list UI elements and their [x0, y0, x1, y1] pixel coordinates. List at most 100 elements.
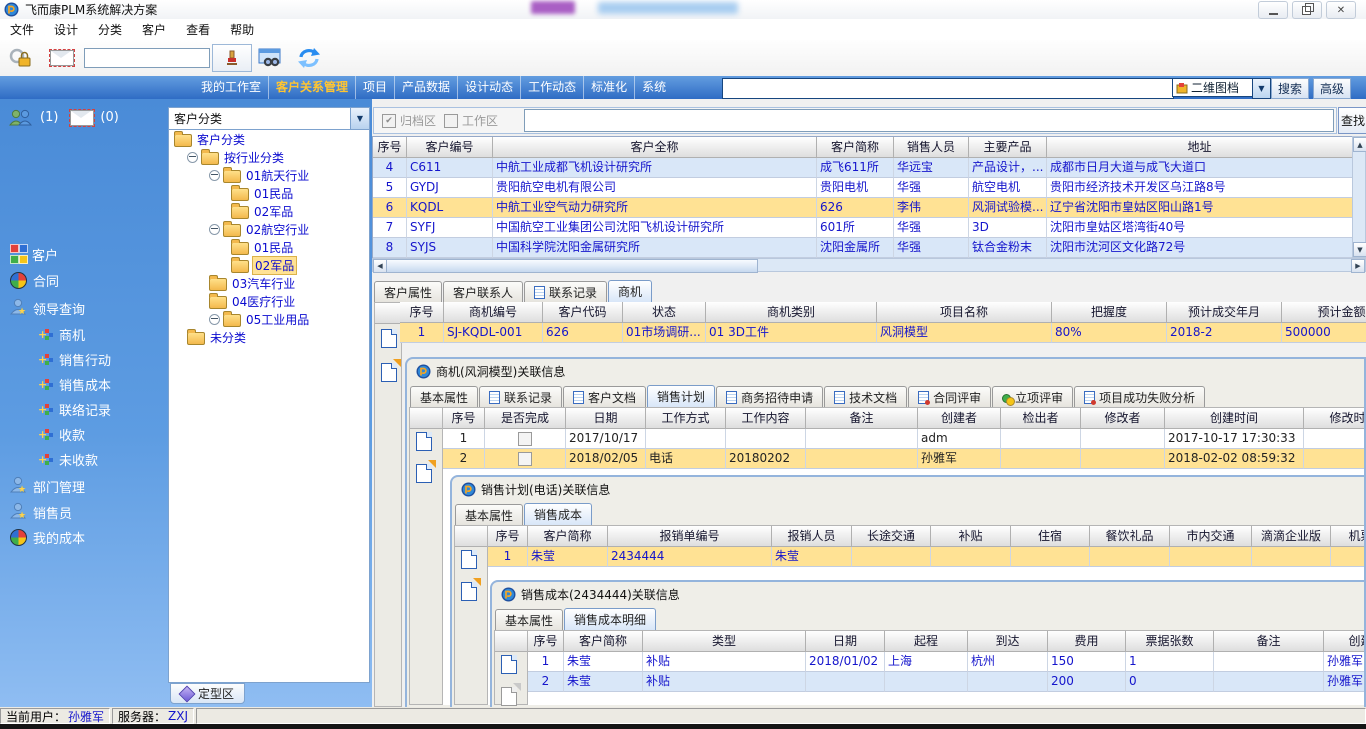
tree-node-civil-2[interactable]: 01民品	[169, 238, 369, 256]
sidebar-item-sales-cost[interactable]: + 销售成本	[38, 375, 111, 394]
customer-row[interactable]: 8SYJS中国科学院沈阳金属研究所沈阳金属所华强钛合金粉末沈阳市沈河区文化路72…	[373, 238, 1353, 258]
work-zone-checkbox[interactable]	[444, 114, 458, 128]
customer-row[interactable]: 4C611中航工业成都飞机设计研究所成飞611所华远宝产品设计，...成都市日月…	[373, 158, 1353, 178]
find-button[interactable]: 查找	[1338, 107, 1366, 134]
sales-plan-row-selected[interactable]: 2 2018/02/05电话20180202孙雅军2018-02-02 08:5…	[443, 449, 1364, 469]
column-header[interactable]: 客户代码	[543, 302, 623, 323]
tab-my-workspace[interactable]: 我的工作室	[194, 76, 269, 99]
column-header[interactable]: 商机类别	[706, 302, 877, 323]
column-header[interactable]: 费用	[1048, 631, 1126, 652]
tree-expander[interactable]	[209, 314, 220, 325]
column-header[interactable]: 补贴	[931, 526, 1011, 547]
tab-customer-docs[interactable]: 客户文档	[563, 386, 646, 407]
close-button[interactable]: ✕	[1326, 1, 1356, 19]
scroll-down-button[interactable]: ▼	[1353, 242, 1366, 257]
scroll-left-button[interactable]: ◀	[373, 259, 387, 273]
scrollbar-thumb[interactable]	[386, 259, 758, 273]
restore-button[interactable]	[1292, 1, 1322, 19]
column-header[interactable]: 客户简称	[564, 631, 643, 652]
sidebar-item-salesperson[interactable]: ★ 销售员	[10, 502, 72, 523]
tab-sales-cost-detail[interactable]: 销售成本明细	[564, 608, 656, 630]
menu-help[interactable]: 帮助	[220, 21, 264, 38]
column-header[interactable]: 预计成交年月	[1167, 302, 1282, 323]
archive-zone-checkbox[interactable]: ✔	[382, 114, 396, 128]
tab-customer-props[interactable]: 客户属性	[374, 281, 442, 302]
sales-plan-row[interactable]: 1 2017/10/17adm2017-10-17 17:30:33	[443, 429, 1364, 449]
sidebar-item-my-cost[interactable]: 我的成本	[10, 528, 85, 547]
tab-basic-props[interactable]: 基本属性	[410, 386, 478, 407]
customers-horizontal-scrollbar[interactable]: ◀ ▶	[372, 258, 1366, 272]
cost-detail-row[interactable]: 2朱莹补贴2000孙雅军	[528, 672, 1364, 692]
tab-sales-plan[interactable]: 销售计划	[647, 385, 715, 407]
tree-node-by-industry[interactable]: 按行业分类	[169, 148, 369, 166]
sidebar-item-contact-records[interactable]: + 联络记录	[38, 400, 111, 419]
tab-crm[interactable]: 客户关系管理	[269, 76, 356, 99]
column-header[interactable]: 机票	[1331, 526, 1364, 547]
column-header[interactable]: 创建时间	[1165, 408, 1304, 429]
open-record-icon[interactable]	[381, 363, 397, 382]
global-search-input[interactable]	[722, 78, 1174, 99]
sidebar-item-customers[interactable]: 客户	[10, 244, 58, 264]
expense-row-selected[interactable]: 1朱莹2434444朱莹	[488, 547, 1364, 567]
column-header[interactable]: 滴滴企业版	[1252, 526, 1331, 547]
tree-expander[interactable]	[209, 224, 220, 235]
cost-detail-row[interactable]: 1朱莹补贴2018/01/02上海杭州1501孙雅军	[528, 652, 1364, 672]
tree-node-industrial[interactable]: 05工业用品	[169, 310, 369, 328]
tab-project-approval[interactable]: 立项评审	[992, 386, 1073, 407]
scroll-up-button[interactable]: ▲	[1353, 137, 1366, 152]
menu-customer[interactable]: 客户	[132, 21, 176, 38]
tree-node-military-1[interactable]: 02军品	[169, 202, 369, 220]
column-header[interactable]: 客户简称	[817, 137, 894, 158]
column-header[interactable]: 把握度	[1052, 302, 1167, 323]
sidebar-item-department-mgmt[interactable]: ★ 部门管理	[10, 476, 85, 497]
tab-success-failure-analysis[interactable]: 项目成功失败分析	[1074, 386, 1205, 407]
column-header[interactable]: 日期	[566, 408, 646, 429]
tab-system[interactable]: 系统	[635, 76, 673, 99]
tab-business-reception[interactable]: 商务招待申请	[716, 386, 823, 407]
lock-icon[interactable]	[8, 47, 34, 69]
column-header[interactable]: 序号	[373, 137, 407, 158]
column-header[interactable]: 工作内容	[726, 408, 806, 429]
customers-vertical-scrollbar[interactable]: ▲ ▼	[1352, 136, 1366, 258]
column-header[interactable]: 报销单编号	[608, 526, 772, 547]
column-header[interactable]: 序号	[400, 302, 444, 323]
tree-node-aviation[interactable]: 02航空行业	[169, 220, 369, 238]
tab-opportunity[interactable]: 商机	[608, 280, 652, 302]
column-header[interactable]: 起程	[885, 631, 968, 652]
tab-product-data[interactable]: 产品数据	[395, 76, 458, 99]
tree-expander[interactable]	[209, 170, 220, 181]
online-users-icon[interactable]	[8, 109, 34, 126]
column-header[interactable]: 预计金额	[1282, 302, 1366, 323]
menu-category[interactable]: 分类	[88, 21, 132, 38]
column-header[interactable]: 报销人员	[772, 526, 852, 547]
find-in-window-icon[interactable]	[258, 48, 282, 68]
tab-work-activity[interactable]: 工作动态	[521, 76, 584, 99]
tab-contact-records[interactable]: 联系记录	[479, 386, 562, 407]
search-button[interactable]: 搜索	[1271, 78, 1309, 99]
tree-node-medical[interactable]: 04医疗行业	[169, 292, 369, 310]
dock-tab-finalized-zone[interactable]: 定型区	[170, 683, 245, 704]
sidebar-item-leader-query[interactable]: ★ 领导查询	[10, 298, 85, 319]
tree-combo[interactable]: 客户分类 ▼	[169, 108, 369, 130]
column-header[interactable]: 餐饮礼品	[1090, 526, 1170, 547]
column-header[interactable]: 备注	[806, 408, 918, 429]
column-header[interactable]: 到达	[968, 631, 1048, 652]
column-header[interactable]: 修改者	[1081, 408, 1165, 429]
column-header[interactable]: 工作方式	[646, 408, 726, 429]
sidebar-item-unpaid[interactable]: + 未收款	[38, 450, 98, 469]
menu-view[interactable]: 查看	[176, 21, 220, 38]
column-header[interactable]: 主要产品	[969, 137, 1047, 158]
column-header[interactable]: 票据张数	[1126, 631, 1214, 652]
customer-row-selected[interactable]: 6KQDL中航工业空气动力研究所626李伟风洞试验模...辽宁省沈阳市皇姑区阳山…	[373, 198, 1353, 218]
menu-file[interactable]: 文件	[0, 21, 44, 38]
mail-icon[interactable]	[50, 50, 74, 66]
tree-node-military-2-selected[interactable]: 02军品	[169, 256, 369, 274]
quick-find-input[interactable]	[84, 48, 210, 68]
column-header[interactable]: 项目名称	[877, 302, 1052, 323]
new-record-icon[interactable]	[461, 550, 477, 569]
column-header[interactable]: 修改时间	[1304, 408, 1364, 429]
tab-contract-review[interactable]: 合同评审	[908, 386, 991, 407]
tree-node-root[interactable]: 客户分类	[169, 130, 369, 148]
column-header[interactable]: 市内交通	[1170, 526, 1252, 547]
sidebar-item-sales-actions[interactable]: + 销售行动	[38, 350, 111, 369]
